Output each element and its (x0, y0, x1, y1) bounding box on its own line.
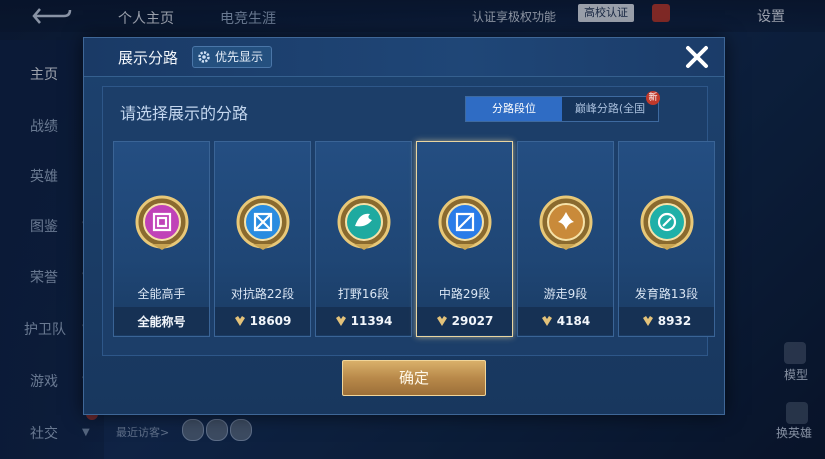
lane-name: 对抗路22段 (230, 287, 295, 301)
priority-display-button[interactable]: 优先显示 (192, 46, 273, 68)
tab-peak-lane[interactable]: 巅峰分路(全国 (562, 97, 658, 121)
close-icon[interactable] (682, 42, 712, 72)
all-round-emblem-icon (135, 195, 189, 250)
roam-emblem-icon (539, 195, 593, 250)
power-icon (234, 316, 245, 326)
modal-title: 展示分路 (118, 49, 179, 67)
lane-score: 29027 (417, 307, 512, 335)
lane-name: 全能高手 (137, 287, 186, 301)
lane-card[interactable]: 全能高手 全能称号 (113, 141, 210, 337)
lane-score: 18609 (215, 307, 310, 335)
gear-icon (198, 51, 210, 63)
new-badge: 新 (646, 91, 660, 105)
power-icon (541, 316, 552, 326)
priority-display-label: 优先显示 (215, 50, 264, 64)
confirm-button[interactable]: 确定 (342, 360, 486, 396)
jungle-emblem-icon (337, 195, 391, 250)
lane-score-value: 29027 (451, 314, 494, 328)
farm-lane-emblem-icon (640, 195, 694, 250)
power-icon (335, 316, 346, 326)
lane-card[interactable]: 发育路13段 8932 (618, 141, 715, 337)
lane-score: 8932 (619, 307, 714, 335)
select-prompt: 请选择展示的分路 (120, 104, 249, 123)
lane-panel: 请选择展示的分路 分路段位 巅峰分路(全国 新 全能高手 全能称号 对抗路22段 18… (102, 86, 715, 356)
lane-card[interactable]: 中路29段 29027 (416, 141, 513, 337)
lane-score: 4184 (518, 307, 613, 335)
tab-lane-rank[interactable]: 分路段位 (466, 97, 562, 121)
lane-score-value: 8932 (657, 314, 692, 328)
lane-score-value: 4184 (556, 314, 591, 328)
mid-lane-emblem-icon (438, 195, 492, 250)
lane-score-value: 11394 (350, 314, 393, 328)
power-icon (642, 316, 653, 326)
segment-control: 分路段位 巅峰分路(全国 新 (465, 91, 660, 122)
lane-score-value: 全能称号 (137, 314, 186, 329)
lane-score: 11394 (316, 307, 411, 335)
lane-name: 发育路13段 (634, 287, 699, 301)
lane-score: 全能称号 (114, 307, 209, 335)
modal-header: 展示分路 优先显示 (84, 38, 724, 77)
lane-card[interactable]: 对抗路22段 18609 (214, 141, 311, 337)
lane-score-value: 18609 (249, 314, 292, 328)
lane-name: 打野16段 (337, 287, 390, 301)
lane-name: 游走9段 (543, 287, 588, 301)
clash-lane-emblem-icon (236, 195, 290, 250)
lane-display-modal: 展示分路 优先显示 请选择展示的分路 分路段位 巅峰分路(全国 新 全能高手全能… (83, 37, 725, 415)
lane-name: 中路29段 (438, 287, 491, 301)
lane-card[interactable]: 游走9段 4184 (517, 141, 614, 337)
lane-card[interactable]: 打野16段 11394 (315, 141, 412, 337)
power-icon (436, 316, 447, 326)
